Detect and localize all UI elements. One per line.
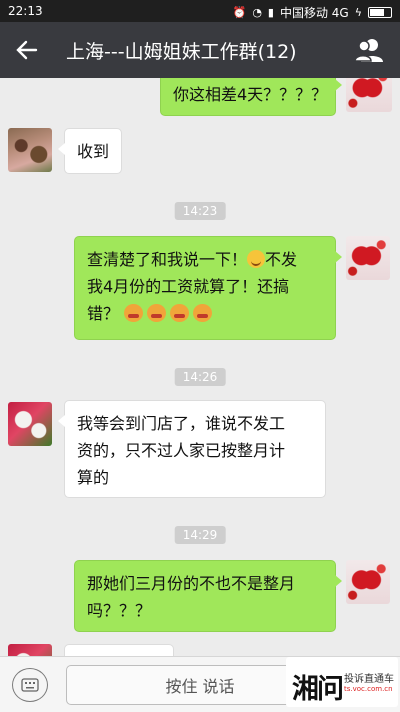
back-arrow-icon: [16, 40, 38, 60]
message-text: 不发: [265, 250, 298, 269]
message-text: 收到: [77, 142, 110, 161]
message-bubble[interactable]: 你这相差4天？？？？: [160, 78, 342, 116]
avatar[interactable]: [8, 644, 52, 656]
chat-title: 上海---山姆姐妹工作群(12): [66, 41, 297, 63]
message-line: 资的，只不过人家已按整月计: [77, 441, 286, 460]
carrier-label: 中国移动 4G: [279, 6, 349, 20]
message-line: 吗？？？: [87, 601, 152, 620]
watermark-logo: 湘问: [292, 674, 344, 705]
angry-emoji-icon: [193, 304, 213, 322]
keyboard-toggle-button[interactable]: [12, 668, 48, 702]
avatar[interactable]: [8, 402, 52, 446]
message-line: 查清楚了和我说一下！ 不发: [87, 246, 323, 273]
group-members-icon: [354, 39, 383, 62]
angry-emoji-icon: [170, 304, 190, 322]
message-line: 错？: [87, 300, 323, 327]
avatar[interactable]: [8, 128, 52, 172]
message-bubble[interactable]: 查清楚了和我说一下！ 不发 我4月份的工资就算了！还搞 错？: [74, 236, 342, 340]
message-bubble[interactable]: 那她们三月份的不也不是整月 吗？？？: [74, 560, 342, 632]
message-line: 我等会到门店了，谁说不发工: [77, 414, 286, 433]
angry-emoji-icon: [147, 304, 167, 322]
watermark-title: 投诉直通车: [344, 674, 394, 685]
smile-emoji-icon: [247, 250, 266, 268]
avatar[interactable]: [346, 236, 390, 280]
timestamp: 14:26: [174, 368, 226, 386]
battery-icon: [368, 7, 392, 18]
watermark-url: ts.voc.com.cn: [344, 685, 393, 693]
keyboard-icon: [21, 678, 39, 692]
signal-icon: ▮: [267, 6, 274, 19]
charging-icon: ϟ: [354, 6, 362, 19]
avatar[interactable]: [346, 78, 392, 112]
alarm-icon: ⏰: [232, 6, 247, 19]
message-text: 你这相差4天？？？？: [173, 85, 328, 104]
message-bubble[interactable]: [64, 644, 174, 656]
message-line: 我4月份的工资就算了！还搞: [87, 277, 290, 296]
message-bubble[interactable]: 收到: [58, 128, 122, 174]
message-text: 查清楚了和我说一下！: [87, 250, 248, 269]
chat-messages[interactable]: 你这相差4天？？？？ 收到 14:23 查清楚了和我说一下！ 不发 我4月份的工资…: [0, 78, 400, 656]
angry-emoji-icon: [124, 304, 144, 322]
back-button[interactable]: [10, 34, 44, 66]
wifi-icon: ◔: [252, 6, 262, 19]
group-members-button[interactable]: [352, 34, 386, 66]
chat-header: 上海---山姆姐妹工作群(12): [0, 22, 400, 78]
watermark: 湘问 投诉直通车 ts.voc.com.cn: [286, 657, 398, 707]
status-indicators: ⏰ ◔ ▮ 中国移动 4G ϟ: [233, 4, 392, 21]
message-line: 那她们三月份的不也不是整月: [87, 574, 296, 593]
status-bar: 22:13 ⏰ ◔ ▮ 中国移动 4G ϟ: [0, 0, 400, 22]
message-bubble[interactable]: 我等会到门店了，谁说不发工 资的，只不过人家已按整月计 算的: [58, 400, 326, 498]
status-time: 22:13: [8, 4, 43, 18]
avatar[interactable]: [346, 560, 390, 604]
timestamp: 14:29: [174, 526, 226, 544]
message-text: 错？: [87, 304, 120, 323]
timestamp: 14:23: [174, 202, 226, 220]
message-line: 算的: [77, 468, 110, 487]
